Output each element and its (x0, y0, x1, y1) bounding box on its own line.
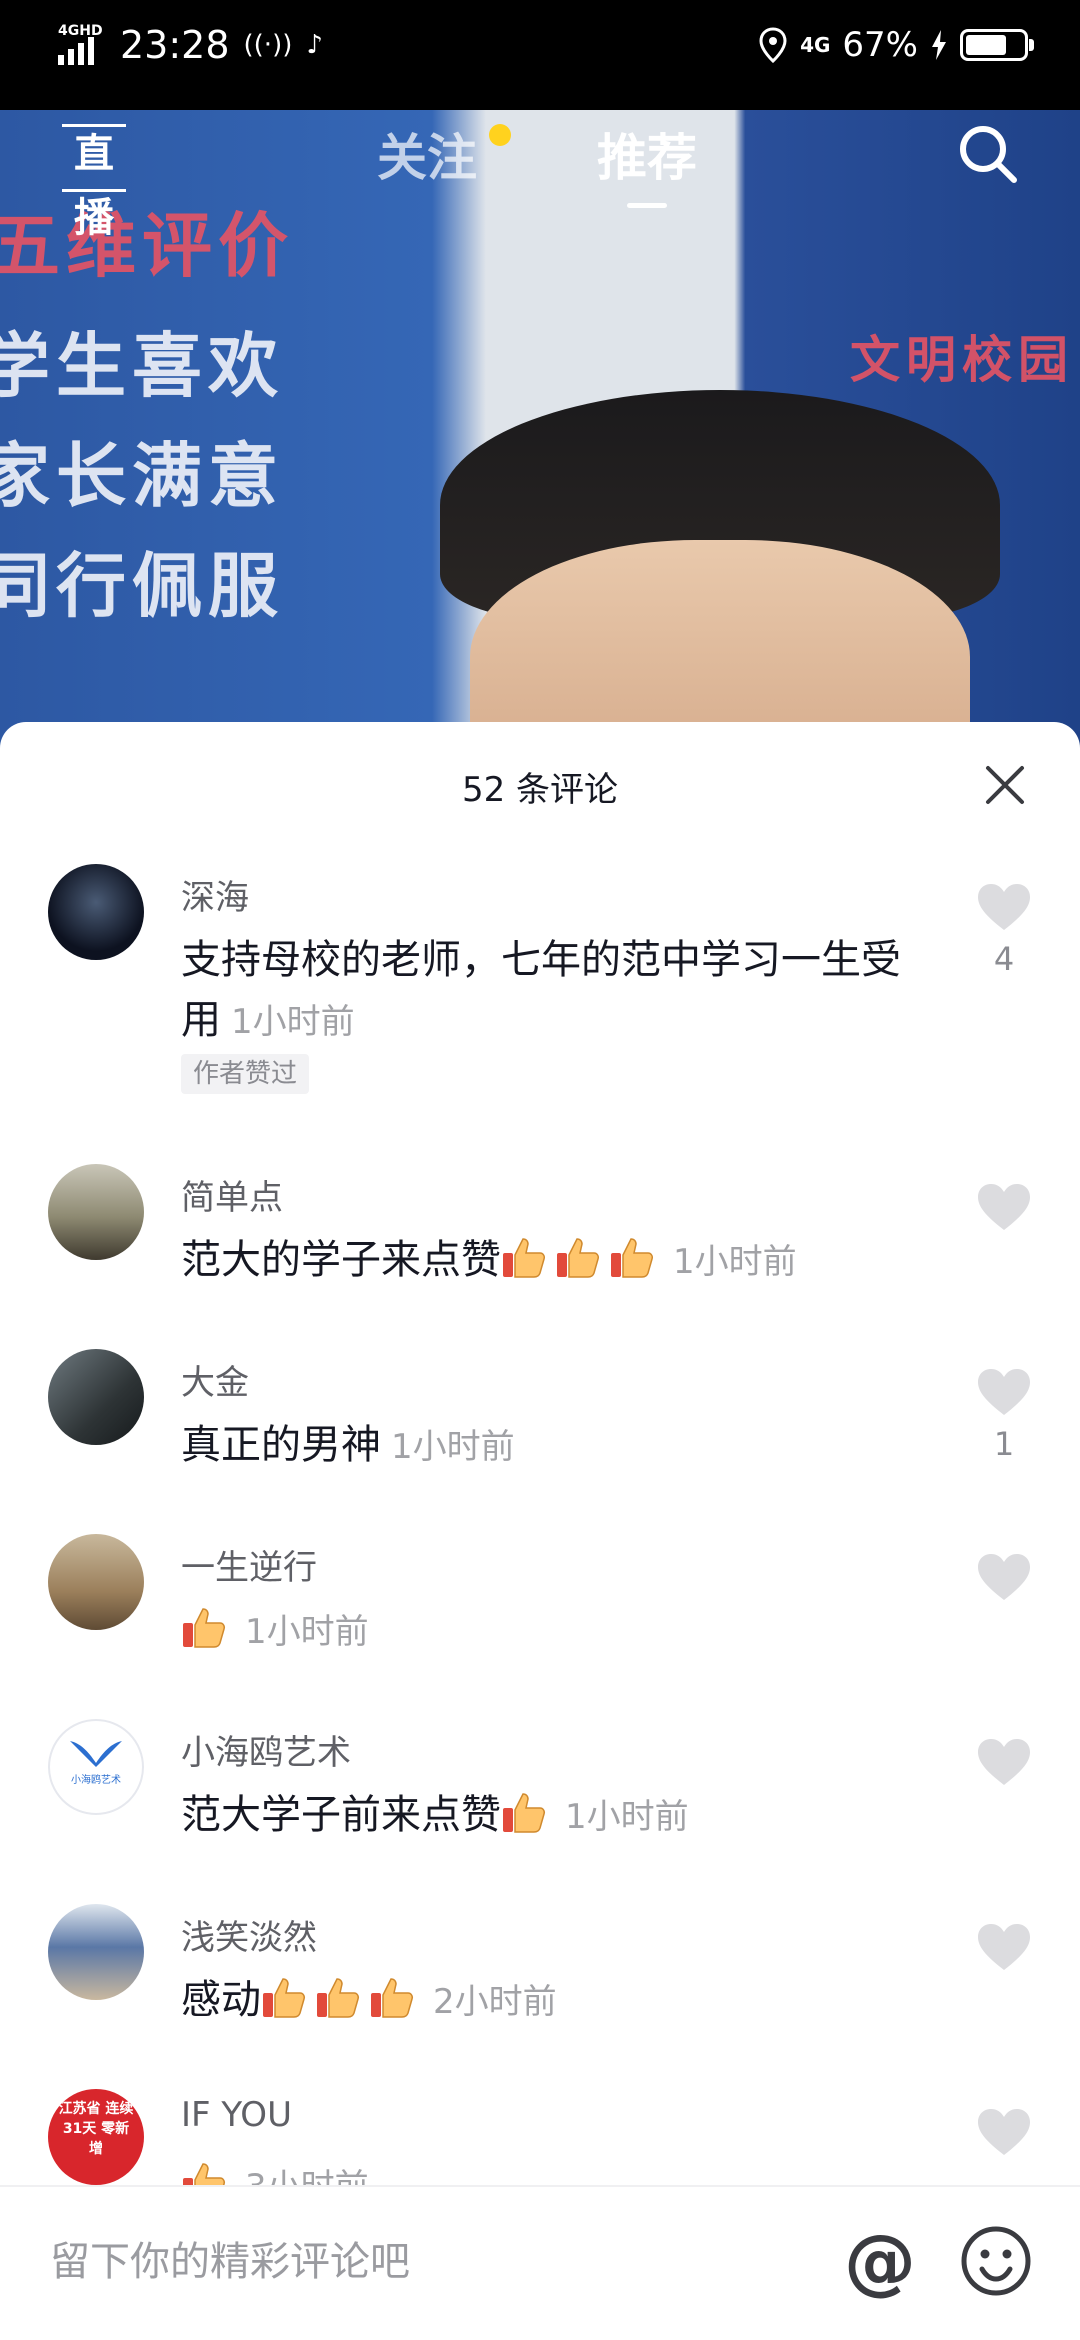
heart-icon (978, 1369, 1030, 1415)
comment-input-bar: @ (0, 2185, 1080, 2340)
top-nav: 直播 关注 推荐 (0, 110, 1080, 241)
like-button[interactable] (974, 1552, 1034, 1610)
tab-recommend[interactable]: 推荐 (597, 118, 697, 208)
thumbs-up-emoji (555, 1233, 603, 1281)
banner-line-3: 同行佩服 (0, 544, 284, 627)
heart-icon (978, 884, 1030, 930)
comment-time: 1小时前 (391, 1427, 515, 1467)
hotspot-icon: ((·)) (243, 30, 293, 60)
at-mention-icon[interactable]: @ (840, 2221, 920, 2301)
thumbs-up-emoji (501, 1233, 549, 1281)
notification-dot (489, 124, 511, 146)
comment-time: 1小时前 (673, 1242, 797, 1282)
avatar[interactable] (48, 1349, 144, 1445)
author-liked-tag: 作者赞过 (181, 1054, 310, 1094)
comment-time: 1小时前 (565, 1797, 689, 1837)
heart-icon (978, 2109, 1030, 2155)
comment-text: 1小时前 (181, 1600, 921, 1662)
comment-count-title: 52 条评论 (461, 770, 619, 810)
avatar[interactable]: 小海鸥艺术 (48, 1719, 144, 1815)
like-count: 1 (993, 1425, 1015, 1463)
emoji-icon[interactable] (958, 2223, 1034, 2299)
avatar[interactable] (48, 1164, 144, 1260)
comment-username[interactable]: 简单点 (181, 1170, 283, 1219)
comment-username[interactable]: 一生逆行 (181, 1540, 317, 1589)
heart-icon (978, 1924, 1030, 1970)
comment-time: 2小时前 (433, 1982, 557, 2022)
network-4g: 4G (800, 33, 831, 57)
thumbs-up-emoji (261, 1973, 309, 2021)
avatar[interactable] (48, 864, 144, 960)
comment-username[interactable]: 大金 (181, 1355, 249, 1404)
thumbs-up-emoji (181, 1603, 229, 1651)
comment-text: 范大的学子来点赞 1小时前 (181, 1230, 921, 1292)
comment-username[interactable]: 小海鸥艺术 (181, 1725, 351, 1774)
heart-icon (978, 1184, 1030, 1230)
avatar-text: 小海鸥艺术 (71, 1775, 121, 1786)
like-button[interactable] (974, 1737, 1034, 1795)
comment-text: 感动 2小时前 (181, 1970, 921, 2032)
battery-percent: 67% (842, 25, 918, 65)
thumbs-up-emoji (369, 1973, 417, 2021)
avatar[interactable] (48, 1904, 144, 2000)
banner-line-1: 学生喜欢 (0, 324, 284, 407)
banner-line-2: 家长满意 (0, 434, 284, 517)
comment-username[interactable]: 浅笑淡然 (181, 1910, 317, 1959)
charging-icon (932, 30, 946, 60)
comment-time: 1小时前 (245, 1612, 369, 1652)
like-count: 4 (993, 940, 1015, 978)
comment-text: 支持母校的老师，七年的范中学习一生受用 1小时前 (181, 937, 901, 1043)
comment-sheet: 52 条评论 深海 支持母校的老师，七年的范中学习一生受用 1小时前 作者赞过 4… (0, 722, 1080, 2340)
like-button[interactable]: 1 (974, 1367, 1034, 1463)
search-icon[interactable] (954, 120, 1022, 188)
close-icon[interactable] (982, 762, 1028, 808)
comment-username[interactable]: IF YOU (181, 2095, 292, 2135)
person-face (470, 540, 970, 750)
tab-follow[interactable]: 关注 (377, 118, 511, 190)
comment-time: 1小时前 (231, 1002, 355, 1042)
status-bar: 4GHD 23:28 ((·)) ♪ 4G 67% (0, 0, 1080, 110)
like-button[interactable] (974, 2107, 1034, 2165)
location-icon (759, 27, 787, 63)
comment-text: 范大学子前来点赞 1小时前 (181, 1785, 921, 1847)
signal-icon: 4GHD (58, 23, 110, 65)
tiktok-icon: ♪ (306, 30, 323, 60)
live-button[interactable]: 直播 (58, 122, 130, 241)
heart-icon (978, 1739, 1030, 1785)
heart-icon (978, 1554, 1030, 1600)
like-button[interactable] (974, 1922, 1034, 1980)
like-button[interactable] (974, 1182, 1034, 1240)
comment-input[interactable] (50, 2227, 810, 2297)
like-button[interactable]: 4 (974, 882, 1034, 978)
status-time: 23:28 (120, 23, 230, 67)
thumbs-up-emoji (609, 1233, 657, 1281)
avatar[interactable] (48, 1534, 144, 1630)
thumbs-up-emoji (315, 1973, 363, 2021)
thumbs-up-emoji (501, 1788, 549, 1836)
battery-icon (960, 29, 1034, 61)
comment-username[interactable]: 深海 (181, 870, 249, 919)
banner-right-title: 文明校园 (850, 330, 1074, 389)
avatar-text: 江苏省 连续31天 零新增 (58, 2101, 134, 2157)
seagull-logo (70, 1741, 122, 1767)
avatar[interactable]: 江苏省 连续31天 零新增 (48, 2089, 144, 2185)
tab-follow-label: 关注 (377, 129, 477, 187)
comment-text: 真正的男神 1小时前 (181, 1422, 515, 1468)
